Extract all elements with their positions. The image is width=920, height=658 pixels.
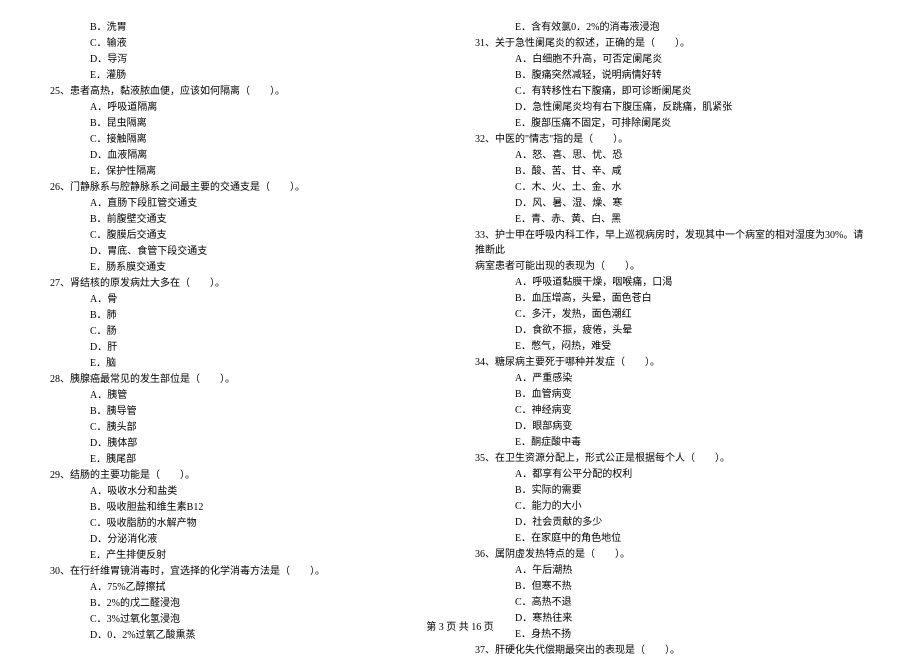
option-line: E．在家庭中的角色地位 [475,531,870,546]
option-line: B．但寒不热 [475,579,870,594]
question-line: 26、门静脉系与腔静脉系之间最主要的交通支是（ ）。 [50,180,445,195]
option-line: D．胃底、食管下段交通支 [50,244,445,259]
option-line: A．75%乙醇擦拭 [50,580,445,595]
option-line: D．肝 [50,340,445,355]
option-line: E．保护性隔离 [50,164,445,179]
option-line: D．急性阑尾炎均有右下腹压痛，反跳痛，肌紧张 [475,100,870,115]
question-line: 36、属阴虚发热特点的是（ ）。 [475,547,870,562]
option-line: A．呼吸道隔离 [50,100,445,115]
option-line: A．直肠下段肛管交通支 [50,196,445,211]
option-line: C．高热不退 [475,595,870,610]
option-line: C．腹膜后交通支 [50,228,445,243]
question-line: 28、胰腺癌最常见的发生部位是（ ）。 [50,372,445,387]
question-line: 37、肝硬化失代偿期最突出的表现是（ ）。 [475,643,870,658]
option-line: C．能力的大小 [475,499,870,514]
option-line: C．神经病变 [475,403,870,418]
option-line: A．白细胞不升高，可否定阑尾炎 [475,52,870,67]
option-line: A．怒、喜、思、忧、恐 [475,148,870,163]
question-line: 27、肾结核的原发病灶大多在（ ）。 [50,276,445,291]
question-line: 35、在卫生资源分配上，形式公正是根据每个人（ ）。 [475,451,870,466]
option-line: A．午后潮热 [475,563,870,578]
question-continuation: 病室患者可能出现的表现为（ ）。 [475,259,870,274]
question-line: 25、患者高热，黏液脓血便，应该如何隔离（ ）。 [50,84,445,99]
option-line: E．憋气，闷热，难受 [475,339,870,354]
option-line: A．吸收水分和盐类 [50,484,445,499]
option-line: E．腹部压痛不固定，可排除阑尾炎 [475,116,870,131]
option-line: B．酸、苦、甘、辛、咸 [475,164,870,179]
question-line: 34、糖尿病主要死于哪种并发症（ ）。 [475,355,870,370]
option-line: C．肠 [50,324,445,339]
left-column: B．洗胃C．输液D．导泻E．灌肠25、患者高热，黏液脓血便，应该如何隔离（ ）。… [50,20,445,600]
option-line: C．木、火、土、金、水 [475,180,870,195]
option-line: E．产生排便反射 [50,548,445,563]
option-line: B．前腹壁交通支 [50,212,445,227]
option-line: B．实际的需要 [475,483,870,498]
option-line: E．青、赤、黄、白、黑 [475,212,870,227]
question-line: 29、结肠的主要功能是（ ）。 [50,468,445,483]
option-line: C．胰头部 [50,420,445,435]
option-line: A．骨 [50,292,445,307]
option-line: C．输液 [50,36,445,51]
option-line: E．酮症酸中毒 [475,435,870,450]
question-line: 33、护士甲在呼吸内科工作，早上巡视病房时，发现其中一个病室的相对湿度为30%。… [475,228,870,258]
question-line: 31、关于急性阑尾炎的叙述，正确的是（ ）。 [475,36,870,51]
content-columns: B．洗胃C．输液D．导泻E．灌肠25、患者高热，黏液脓血便，应该如何隔离（ ）。… [50,20,870,600]
option-line: B．2%的戊二醛浸泡 [50,596,445,611]
option-line: A．都享有公平分配的权利 [475,467,870,482]
option-line: D．分泌消化液 [50,532,445,547]
option-line: D．眼部病变 [475,419,870,434]
option-line: D．导泻 [50,52,445,67]
option-line: C．吸收脂肪的水解产物 [50,516,445,531]
option-line: D．社会贡献的多少 [475,515,870,530]
option-line: D．胰体部 [50,436,445,451]
option-line: A．胰管 [50,388,445,403]
option-line: D．血液隔离 [50,148,445,163]
question-line: 32、中医的"情志"指的是（ ）。 [475,132,870,147]
right-column: E．含有效氯0．2%的消毒液浸泡31、关于急性阑尾炎的叙述，正确的是（ ）。A．… [475,20,870,600]
option-line: C．多汗，发热，面色潮红 [475,307,870,322]
option-line: D．风、暑、湿、燥、寒 [475,196,870,211]
option-line: B．昆虫隔离 [50,116,445,131]
option-line: E．脑 [50,356,445,371]
option-line: C．接触隔离 [50,132,445,147]
option-line: D．食欲不振，疲倦，头晕 [475,323,870,338]
option-line: A．严重感染 [475,371,870,386]
option-line: E．含有效氯0．2%的消毒液浸泡 [475,20,870,35]
option-line: B．血管病变 [475,387,870,402]
option-line: B．胰导管 [50,404,445,419]
page-footer: 第 3 页 共 16 页 [0,620,920,635]
option-line: B．肺 [50,308,445,323]
option-line: B．吸收胆盐和维生素B12 [50,500,445,515]
option-line: A．呼吸道黏膜干燥，咽喉痛，口渴 [475,275,870,290]
option-line: B．洗胃 [50,20,445,35]
option-line: E．肠系膜交通支 [50,260,445,275]
option-line: E．灌肠 [50,68,445,83]
option-line: B．血压增高，头晕，面色苍白 [475,291,870,306]
option-line: E．胰尾部 [50,452,445,467]
question-line: 30、在行纤维胃镜消毒时，宜选择的化学消毒方法是（ ）。 [50,564,445,579]
option-line: B．腹痛突然减轻，说明病情好转 [475,68,870,83]
option-line: C．有转移性右下腹痛，即可诊断阑尾炎 [475,84,870,99]
